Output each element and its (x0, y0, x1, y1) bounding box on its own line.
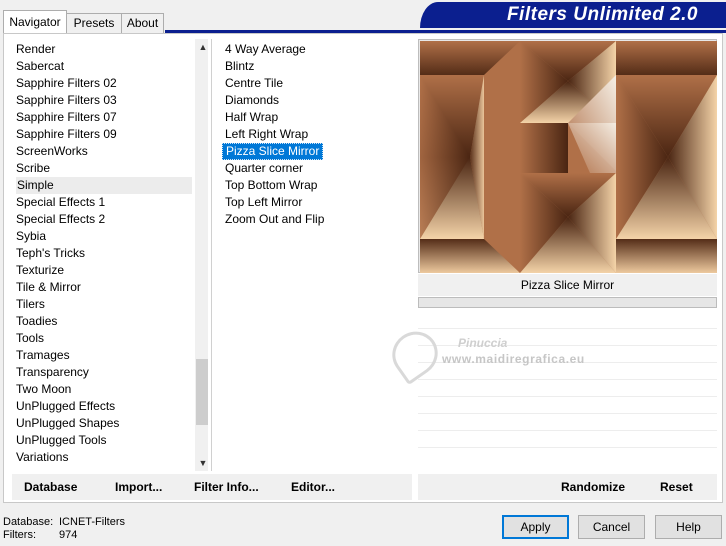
help-button[interactable]: Help (655, 515, 722, 539)
category-item[interactable]: UnPlugged Effects (16, 398, 192, 415)
category-item[interactable]: UnPlugged Shapes (16, 415, 192, 432)
cancel-button[interactable]: Cancel (578, 515, 645, 539)
parameter-row (418, 345, 717, 346)
parameter-area (418, 310, 717, 470)
category-item[interactable]: ScreenWorks (16, 143, 192, 160)
editor-button[interactable]: Editor... (291, 474, 335, 500)
filter-item[interactable]: Half Wrap (222, 109, 281, 126)
category-item[interactable]: Two Moon (16, 381, 192, 398)
filter-item[interactable]: Top Bottom Wrap (222, 177, 320, 194)
filter-item[interactable]: Diamonds (222, 92, 282, 109)
parameter-row (418, 447, 717, 448)
database-label: Database: (3, 516, 54, 528)
parameter-row (418, 430, 717, 431)
scroll-down-icon[interactable]: ▼ (195, 455, 208, 471)
parameter-row (418, 396, 717, 397)
preview-filter-name: Pizza Slice Mirror (418, 274, 717, 296)
import-button[interactable]: Import... (115, 474, 162, 500)
category-item[interactable]: Tramages (16, 347, 192, 364)
preview-button-bar: Randomize Reset (418, 474, 717, 500)
category-item[interactable]: Render (16, 41, 192, 58)
list-button-bar: Database Import... Filter Info... Editor… (12, 474, 412, 500)
category-scrollbar[interactable]: ▲ ▼ (195, 39, 208, 471)
randomize-button[interactable]: Randomize (561, 474, 625, 500)
filter-item[interactable]: Blintz (222, 58, 257, 75)
scroll-up-icon[interactable]: ▲ (195, 39, 208, 55)
tab-presets[interactable]: Presets (66, 13, 122, 33)
filter-info-button[interactable]: Filter Info... (194, 474, 259, 500)
category-item[interactable]: Tools (16, 330, 192, 347)
filter-list[interactable]: 4 Way Average Blintz Centre Tile Diamonds Ha… (216, 39, 412, 471)
parameter-row (418, 328, 717, 329)
category-item[interactable]: Special Effects 1 (16, 194, 192, 211)
filters-count-label: Filters: (3, 529, 36, 541)
category-item[interactable]: Scribe (16, 160, 192, 177)
category-item[interactable]: Sabercat (16, 58, 192, 75)
category-item[interactable]: Toadies (16, 313, 192, 330)
category-item[interactable]: Sapphire Filters 07 (16, 109, 192, 126)
filter-item[interactable]: 4 Way Average (222, 41, 309, 58)
filter-item[interactable]: Top Left Mirror (222, 194, 305, 211)
filter-item[interactable]: Quarter corner (222, 160, 306, 177)
category-list[interactable]: ▲ ▼ Render Sabercat Sapphire Filters 02 Sap… (12, 39, 208, 471)
progress-bar (418, 297, 717, 308)
filter-item[interactable]: Left Right Wrap (222, 126, 311, 143)
category-item[interactable]: Sybia (16, 228, 192, 245)
app-title-banner: Filters Unlimited 2.0 (420, 2, 726, 28)
filter-item[interactable]: Pizza Slice Mirror (222, 143, 324, 160)
database-button[interactable]: Database (24, 474, 77, 500)
category-item[interactable]: Sapphire Filters 09 (16, 126, 192, 143)
apply-button[interactable]: Apply (502, 515, 569, 539)
preview-image (418, 39, 717, 273)
category-item[interactable]: Sapphire Filters 03 (16, 92, 192, 109)
category-item[interactable]: Texturize (16, 262, 192, 279)
filter-item[interactable]: Zoom Out and Flip (222, 211, 327, 228)
tab-navigator[interactable]: Navigator (3, 10, 67, 33)
scrollbar-thumb[interactable] (196, 359, 208, 425)
database-value: ICNET-Filters (59, 516, 125, 528)
reset-button[interactable]: Reset (660, 474, 693, 500)
category-item[interactable]: Sapphire Filters 02 (16, 75, 192, 92)
filter-item[interactable]: Centre Tile (222, 75, 286, 92)
category-item[interactable]: Teph's Tricks (16, 245, 192, 262)
parameter-row (418, 362, 717, 363)
navigator-panel: ▲ ▼ Render Sabercat Sapphire Filters 02 Sap… (3, 33, 723, 503)
category-item[interactable]: Transparency (16, 364, 192, 381)
parameter-row (418, 379, 717, 380)
preview-pattern (420, 41, 717, 273)
tab-about[interactable]: About (121, 13, 164, 33)
category-item[interactable]: Simple (16, 177, 192, 194)
category-item[interactable]: Special Effects 2 (16, 211, 192, 228)
category-item[interactable]: Variations (16, 449, 192, 466)
category-item[interactable]: UnPlugged Tools (16, 432, 192, 449)
filters-count-value: 974 (59, 529, 78, 541)
list-divider (211, 39, 212, 471)
parameter-row (418, 413, 717, 414)
category-item[interactable]: Tilers (16, 296, 192, 313)
category-item[interactable]: Tile & Mirror (16, 279, 192, 296)
